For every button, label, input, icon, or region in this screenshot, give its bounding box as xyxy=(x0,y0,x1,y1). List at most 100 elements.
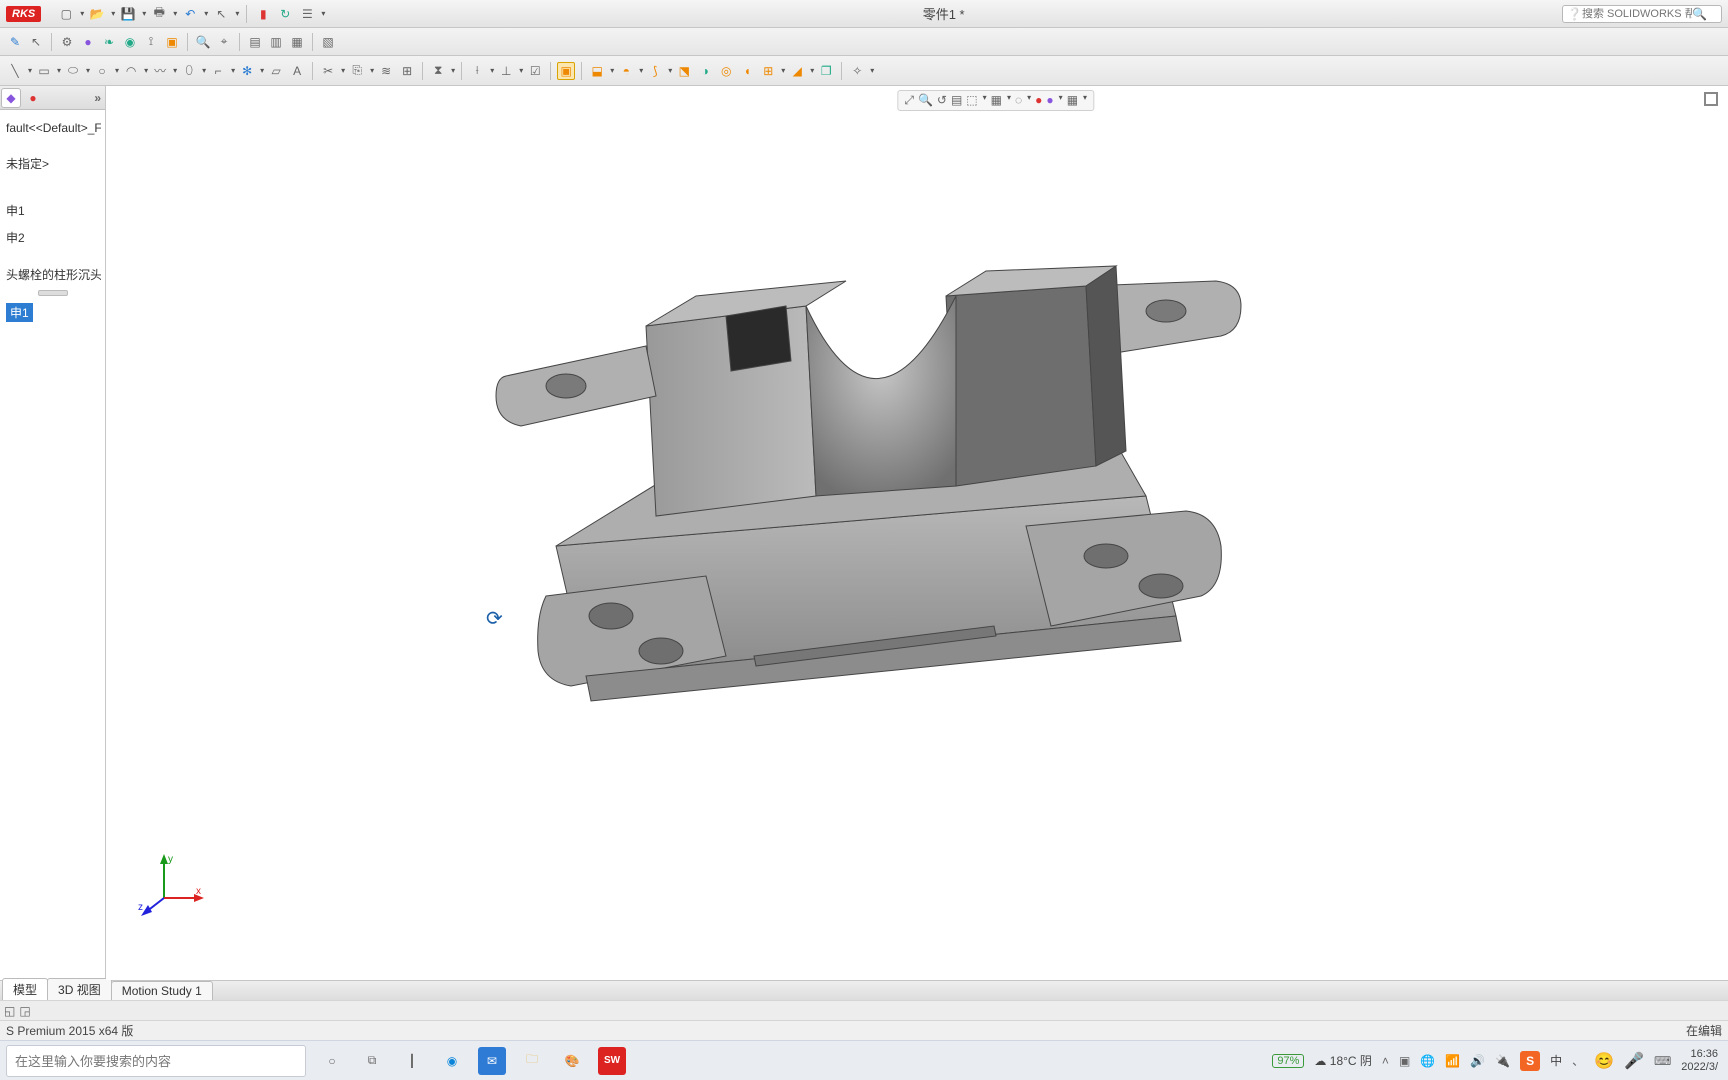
weather-widget[interactable]: ☁ 18°C 阴 xyxy=(1314,1052,1372,1069)
tab-motion-study[interactable]: Motion Study 1 xyxy=(111,981,213,1000)
plane-icon[interactable]: ▱ xyxy=(267,62,285,80)
tree-item[interactable]: 申2 xyxy=(4,224,101,251)
sustainability-leaf-icon[interactable]: ❧ xyxy=(100,33,118,51)
open-file-icon[interactable]: 📂 xyxy=(88,5,106,23)
battery-icon[interactable]: 97% xyxy=(1272,1054,1304,1068)
sheet4-icon[interactable]: ▧ xyxy=(319,33,337,51)
taskbar-search[interactable]: 在这里输入你要搜索的内容 xyxy=(6,1045,306,1077)
trim-icon[interactable]: ✂ xyxy=(319,62,337,80)
display-style-icon[interactable]: ▦ xyxy=(991,93,1002,108)
search-icon[interactable]: 🔍 xyxy=(1692,7,1707,21)
emoji-mic-icon[interactable]: 🎤 xyxy=(1624,1051,1644,1071)
tab-model[interactable]: 模型 xyxy=(2,978,48,1000)
maximize-viewport-icon[interactable] xyxy=(1704,92,1718,106)
shell-icon[interactable]: ❐ xyxy=(817,62,835,80)
section-view-icon[interactable]: ▤ xyxy=(951,93,962,108)
view-orientation-icon[interactable]: ⬚ xyxy=(966,93,977,108)
cortana-icon[interactable]: ○ xyxy=(318,1047,346,1075)
edit-sketch-icon[interactable]: ✎ xyxy=(6,33,24,51)
repair-icon[interactable]: ☑ xyxy=(526,62,544,80)
sheet3-icon[interactable]: ▦ xyxy=(288,33,306,51)
hide-show-icon[interactable]: ◌ xyxy=(1015,93,1022,108)
volume-icon[interactable]: 🔊 xyxy=(1470,1054,1485,1068)
tray-app-icon[interactable]: ▣ xyxy=(1399,1054,1410,1068)
edit-appearance-icon[interactable]: ● xyxy=(1035,93,1042,108)
keyboard-icon[interactable]: ⌨ xyxy=(1654,1054,1671,1068)
zoom-area-icon[interactable]: 🔍 xyxy=(918,93,933,108)
ellipse-icon[interactable]: ⬯ xyxy=(180,62,198,80)
extrude-boss-icon[interactable]: ⬓ xyxy=(588,62,606,80)
splitter-handle[interactable] xyxy=(4,288,101,298)
new-file-icon[interactable]: ▢ xyxy=(57,5,75,23)
offset-icon[interactable]: ≋ xyxy=(377,62,395,80)
convert-icon[interactable]: ⎘ xyxy=(348,62,366,80)
tree-root[interactable]: fault<<Default>_F xyxy=(4,116,101,140)
mass-box-icon[interactable]: ▣ xyxy=(163,33,181,51)
explorer-icon[interactable]: 🗀 xyxy=(518,1047,546,1075)
rectangle-icon[interactable]: ▭ xyxy=(35,62,53,80)
tree-item[interactable]: 申1 xyxy=(4,197,101,224)
reference-geom-icon[interactable]: ✧ xyxy=(848,62,866,80)
tree-item[interactable] xyxy=(4,251,101,261)
print-icon[interactable]: 🖶 xyxy=(150,5,168,23)
cursor-icon[interactable]: ↖ xyxy=(27,33,45,51)
rebuild-icon[interactable]: ↻ xyxy=(276,5,294,23)
gear-icon[interactable]: ⚙ xyxy=(58,33,76,51)
line-icon[interactable]: ╲ xyxy=(6,62,24,80)
tree-item[interactable]: 未指定> xyxy=(4,150,101,177)
undo-icon[interactable]: ↶ xyxy=(181,5,199,23)
point-icon[interactable]: ✻ xyxy=(238,62,256,80)
sheet2-icon[interactable]: ▥ xyxy=(267,33,285,51)
wifi-icon[interactable]: 📶 xyxy=(1445,1054,1460,1068)
apply-scene-icon[interactable]: ● xyxy=(1046,93,1053,108)
feature-tree-tab-icon[interactable]: ◆ xyxy=(1,88,21,108)
measure-ruler-icon[interactable]: ⟟ xyxy=(142,33,160,51)
sheet1-icon[interactable]: ▤ xyxy=(246,33,264,51)
slot-icon[interactable]: ⬭ xyxy=(64,62,82,80)
arc-icon[interactable]: ◠ xyxy=(122,62,140,80)
mail-icon[interactable]: ✉ xyxy=(478,1047,506,1075)
tree-item[interactable] xyxy=(4,177,101,187)
select-icon[interactable]: ↖ xyxy=(212,5,230,23)
network-icon[interactable]: 🌐 xyxy=(1420,1054,1435,1068)
tree-item-selected[interactable]: 申1 xyxy=(4,298,101,327)
tab-3dview[interactable]: 3D 视图 xyxy=(47,978,112,1000)
ime-punct-icon[interactable]: 、 xyxy=(1572,1052,1584,1069)
sketch-fillet-icon[interactable]: ⌐ xyxy=(209,62,227,80)
spline-icon[interactable]: 〰 xyxy=(151,62,169,80)
zoom-fit-icon[interactable]: ⤢ xyxy=(904,93,914,108)
graphics-viewport[interactable]: ⤢ 🔍 ↺ ▤ ⬚▾ ▦▾ ◌▾ ● ●▾ ▦▾ xyxy=(106,86,1728,980)
record-icon[interactable]: ▮ xyxy=(254,5,272,23)
edge-icon[interactable]: ◉ xyxy=(438,1047,466,1075)
taskbar-clock[interactable]: 16:36 2022/3/ xyxy=(1681,1048,1718,1072)
mirror-sketch-icon[interactable]: ⧗ xyxy=(429,62,447,80)
help-search[interactable]: ❔ 🔍 xyxy=(1562,5,1722,23)
appearance-sphere-icon[interactable]: ● xyxy=(79,33,97,51)
previous-view-icon[interactable]: ↺ xyxy=(937,93,947,108)
linear-pattern-icon[interactable]: ⊞ xyxy=(759,62,777,80)
tree-item[interactable] xyxy=(4,187,101,197)
dimension-icon[interactable]: ⟊ xyxy=(468,62,486,80)
instant3d-icon[interactable]: ▣ xyxy=(557,62,575,80)
power-icon[interactable]: 🔌 xyxy=(1495,1054,1510,1068)
ime-indicator[interactable]: 中 xyxy=(1550,1052,1562,1069)
orientation-triad[interactable]: y x z xyxy=(136,850,206,920)
solidworks-task-icon[interactable]: SW xyxy=(598,1047,626,1075)
emoji-face-icon[interactable]: 😊 xyxy=(1594,1051,1614,1071)
tree-item[interactable] xyxy=(4,140,101,150)
binoculars-icon[interactable]: ⌖ xyxy=(215,33,233,51)
bottom-icon-1[interactable]: ◱ xyxy=(4,1004,15,1018)
feature-tree[interactable]: fault<<Default>_F 未指定> 申1 申2 头螺栓的柱形沉头 申1 xyxy=(0,110,105,980)
grid-icon[interactable]: ⊞ xyxy=(398,62,416,80)
options-icon[interactable]: ☰ xyxy=(298,5,316,23)
cut-extrude-icon[interactable]: ⬔ xyxy=(675,62,693,80)
revolve-boss-icon[interactable]: ◓ xyxy=(617,62,635,80)
sweep-icon[interactable]: ⟆ xyxy=(646,62,664,80)
fillet-icon[interactable]: ◖ xyxy=(738,62,756,80)
circle-icon[interactable]: ○ xyxy=(93,62,111,80)
view-settings-icon[interactable]: ▦ xyxy=(1067,93,1078,108)
save-icon[interactable]: 💾 xyxy=(119,5,137,23)
text-icon[interactable]: A xyxy=(288,62,306,80)
bottom-icon-2[interactable]: ◲ xyxy=(19,1004,30,1018)
chevron-up-icon[interactable]: ˄ xyxy=(1382,1054,1389,1068)
